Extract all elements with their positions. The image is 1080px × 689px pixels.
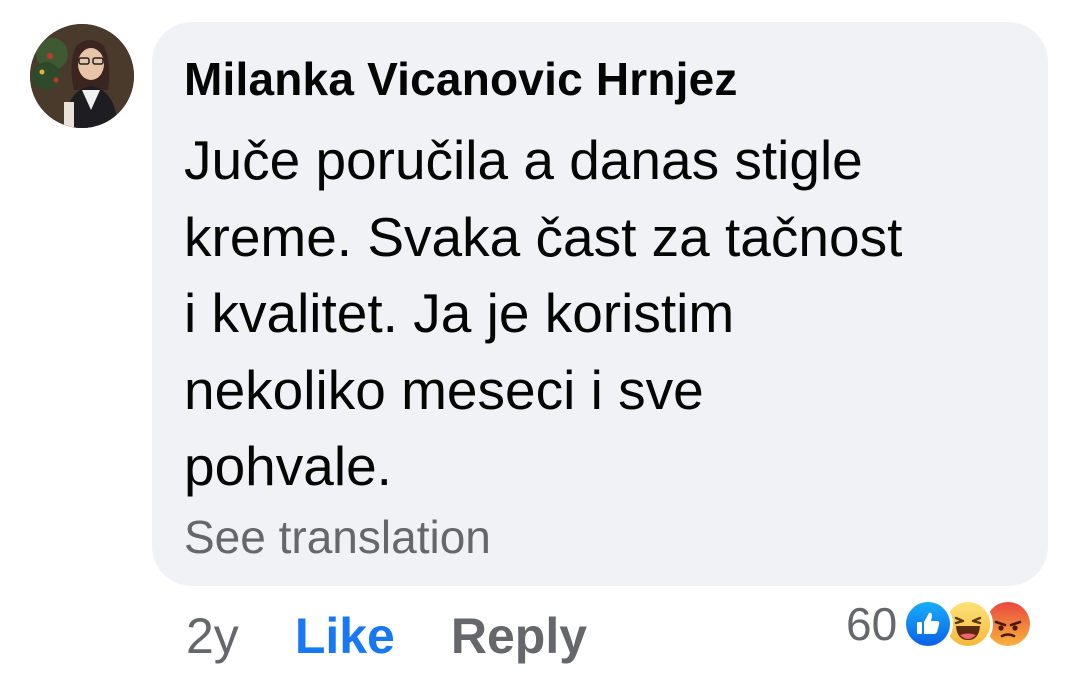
comment-text: Juče poručila a danas stigle kreme. Svak… bbox=[184, 129, 903, 497]
timestamp[interactable]: 2y bbox=[186, 607, 239, 665]
like-button[interactable]: Like bbox=[295, 607, 395, 665]
author-name[interactable]: Milanka Vicanovic Hrnjez bbox=[184, 52, 738, 106]
comment-actions: 2y Like Reply bbox=[186, 606, 587, 666]
see-translation-link[interactable]: See translation bbox=[184, 510, 491, 564]
avatar-image bbox=[30, 24, 134, 128]
avatar[interactable] bbox=[30, 24, 134, 128]
reactions-summary[interactable]: 60 bbox=[846, 596, 1034, 652]
comment: Milanka Vicanovic Hrnjez Juče poručila a… bbox=[0, 0, 1080, 689]
comment-bubble: Milanka Vicanovic Hrnjez Juče poručila a… bbox=[152, 22, 1048, 586]
reply-button[interactable]: Reply bbox=[451, 607, 587, 665]
like-icon bbox=[903, 599, 954, 649]
reaction-count: 60 bbox=[846, 598, 898, 650]
